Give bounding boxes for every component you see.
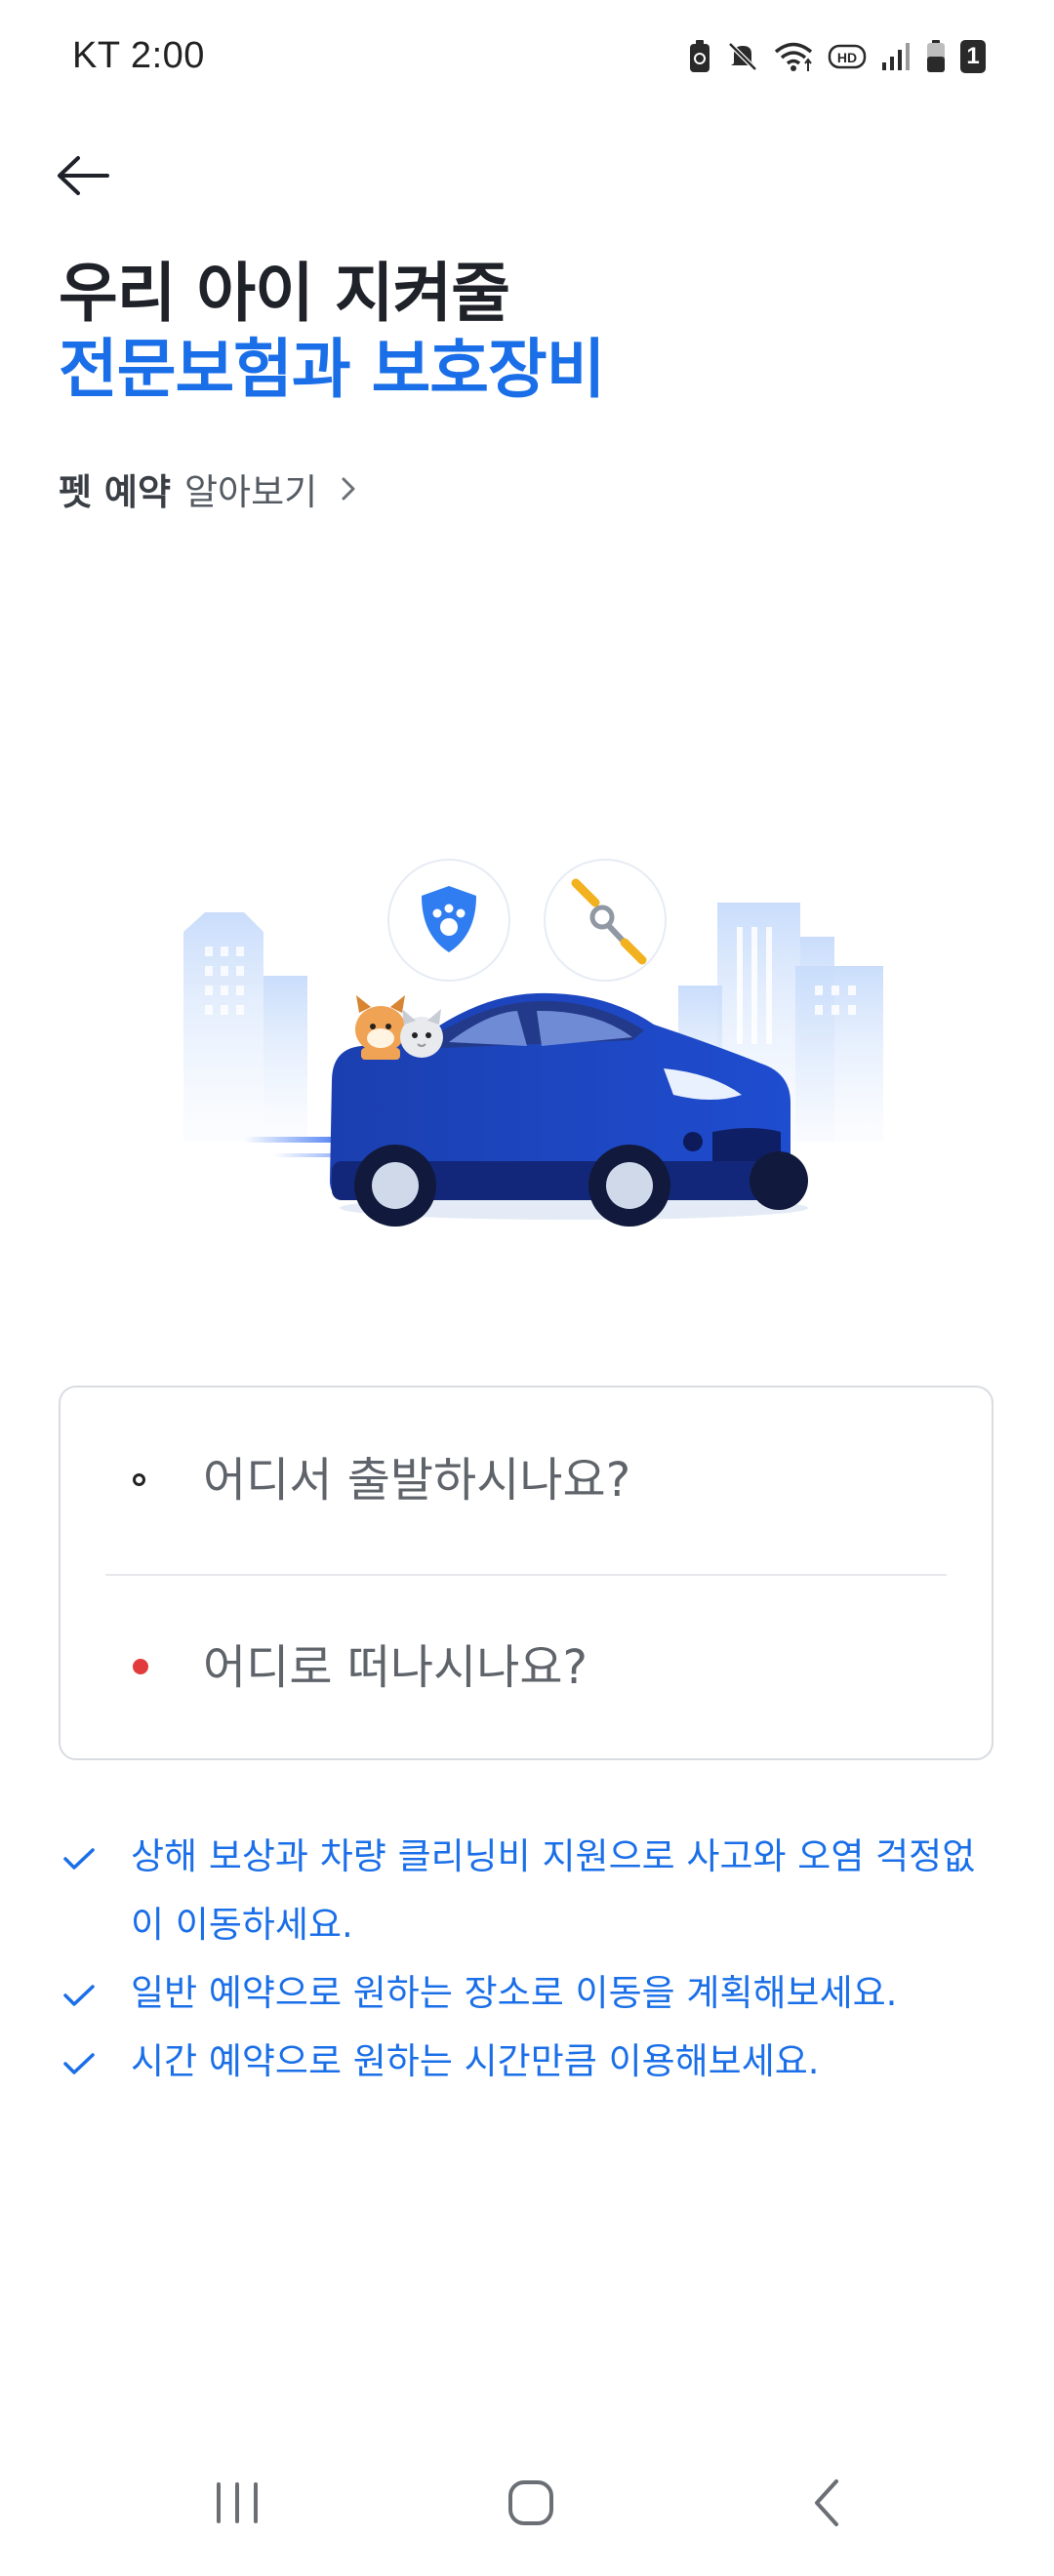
dog-icon	[355, 995, 406, 1060]
origin-dot-icon	[133, 1473, 145, 1486]
svg-text:HD: HD	[837, 50, 857, 65]
recents-button[interactable]	[193, 2469, 281, 2537]
recents-icon	[217, 2482, 258, 2523]
mute-icon	[728, 42, 757, 71]
destination-placeholder: 어디로 떠나시나요?	[203, 1640, 588, 1695]
sim-badge-label: 1	[966, 43, 980, 69]
benefit-item: 상해 보상과 차량 클리닝비 지원으로 사고와 오염 걱정없이 이동하세요.	[59, 1823, 995, 1959]
benefit-text: 일반 예약으로 원하는 장소로 이동을 계획해보세요.	[131, 1972, 898, 2014]
title-line-2: 전문보험과 보호장비	[59, 332, 605, 407]
check-icon	[63, 1848, 95, 1870]
cat-icon	[400, 1009, 443, 1058]
home-button[interactable]	[487, 2469, 575, 2537]
learn-more-bold: 펫 예약	[59, 471, 172, 513]
benefit-item: 일반 예약으로 원하는 장소로 이동을 계획해보세요.	[59, 1959, 995, 2028]
pet-booking-screen: KT 2:00 HD 1 우리 아이 지켜줄 전문보험과 보호장비 펫 예약 알…	[0, 0, 1054, 2576]
chevron-right-icon	[342, 477, 355, 501]
arrow-left-icon	[58, 156, 109, 195]
leash-icon	[544, 859, 667, 982]
learn-more-text: 알아보기	[184, 471, 318, 513]
destination-dot-icon	[133, 1659, 148, 1674]
benefit-text: 시간 예약으로 원하는 시간만큼 이용해보세요.	[131, 2040, 820, 2082]
back-button[interactable]	[49, 141, 117, 210]
status-icons: HD 1	[687, 37, 986, 76]
battery-saver-icon	[690, 40, 709, 72]
hd-icon: HD	[828, 44, 867, 69]
battery-icon	[927, 40, 945, 72]
system-nav-bar	[0, 2430, 1054, 2576]
pet-car-illustration	[183, 859, 883, 1227]
origin-placeholder: 어디서 출발하시나요?	[203, 1453, 631, 1508]
origin-input[interactable]: 어디서 출발하시나요?	[61, 1388, 992, 1573]
sim-badge-icon: 1	[960, 40, 986, 73]
carrier-time: KT 2:00	[72, 35, 205, 76]
check-icon	[63, 1985, 95, 2006]
status-bar: KT 2:00 HD 1	[0, 0, 1054, 115]
title-line-1: 우리 아이 지켜줄	[59, 256, 510, 331]
paw-shield-icon	[387, 859, 510, 982]
destination-input[interactable]: 어디로 떠나시나요?	[61, 1575, 992, 1760]
home-icon	[508, 2480, 553, 2525]
benefit-item: 시간 예약으로 원하는 시간만큼 이용해보세요.	[59, 2028, 995, 2096]
learn-more-link[interactable]: 펫 예약 알아보기	[59, 463, 356, 514]
buildings-left	[183, 912, 307, 1142]
signal-icon	[882, 43, 910, 70]
wifi-icon	[774, 42, 813, 71]
check-icon	[63, 2053, 95, 2074]
back-icon	[815, 2479, 838, 2526]
benefits-list: 상해 보상과 차량 클리닝비 지원으로 사고와 오염 걱정없이 이동하세요. 일…	[59, 1823, 995, 2096]
route-card: 어디서 출발하시나요? 어디로 떠나시나요?	[59, 1386, 993, 1760]
nav-back-button[interactable]	[783, 2469, 871, 2537]
page-title: 우리 아이 지켜줄 전문보험과 보호장비	[59, 256, 995, 408]
benefit-text: 상해 보상과 차량 클리닝비 지원으로 사고와 오염 걱정없이 이동하세요.	[131, 1835, 976, 1946]
